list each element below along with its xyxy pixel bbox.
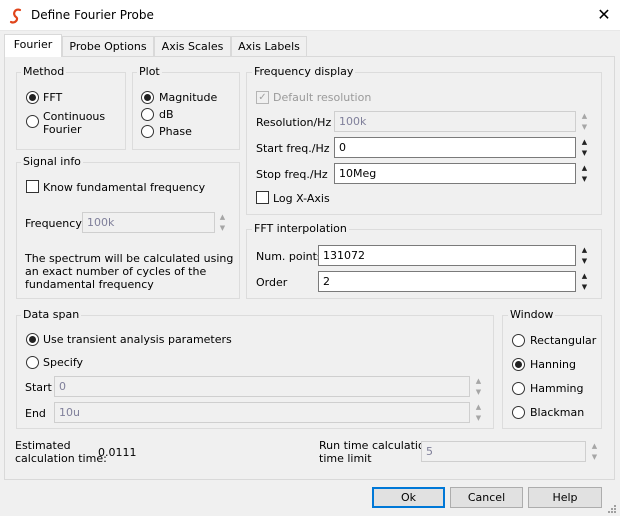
runtime-limit-spinner[interactable]: ▲ ▼ — [588, 441, 601, 462]
spin-down-icon[interactable]: ▼ — [472, 387, 485, 397]
order-label: Order — [256, 276, 288, 289]
data-span-title: Data span — [21, 308, 82, 321]
stop-freq-spinner[interactable]: ▲ ▼ — [578, 163, 591, 184]
span-start-label: Start — [25, 381, 52, 394]
num-points-input[interactable]: 131072 — [318, 245, 576, 266]
title-bar: Define Fourier Probe ✕ — [0, 0, 620, 31]
app-logo-icon — [9, 8, 22, 24]
cancel-button[interactable]: Cancel — [450, 487, 523, 508]
runtime-limit-input[interactable]: 5 — [421, 441, 586, 462]
help-button[interactable]: Help — [528, 487, 602, 508]
estimated-label-line1: Estimated — [15, 439, 71, 452]
db-label: dB — [159, 108, 174, 121]
start-freq-spinner[interactable]: ▲ ▼ — [578, 137, 591, 158]
default-resolution-checkbox[interactable]: ✓ — [256, 91, 269, 104]
hanning-label: Hanning — [530, 358, 576, 371]
tab-probe-options[interactable]: Probe Options — [62, 36, 154, 56]
default-resolution-label: Default resolution — [273, 91, 372, 104]
frequency-input[interactable]: 100k — [82, 212, 215, 233]
resize-grip-icon[interactable] — [606, 503, 617, 514]
spin-up-icon[interactable]: ▲ — [472, 376, 485, 386]
tab-fourier[interactable]: Fourier — [4, 34, 62, 57]
start-freq-label: Start freq./Hz — [256, 142, 330, 155]
spin-up-icon[interactable]: ▲ — [578, 111, 591, 121]
radio-use-transient[interactable] — [26, 333, 39, 346]
spin-down-icon[interactable]: ▼ — [578, 256, 591, 266]
close-icon[interactable]: ✕ — [592, 4, 616, 26]
tab-axis-labels[interactable]: Axis Labels — [231, 36, 307, 56]
log-x-axis-label: Log X-Axis — [273, 192, 330, 205]
window-title: Define Fourier Probe — [31, 8, 154, 22]
runtime-limit-label-line1: Run time calculation — [319, 439, 432, 452]
rectangular-label: Rectangular — [530, 334, 597, 347]
radio-fft[interactable] — [26, 91, 39, 104]
radio-specify[interactable] — [26, 356, 39, 369]
tab-axis-scales[interactable]: Axis Scales — [154, 36, 231, 56]
radio-db[interactable] — [141, 108, 154, 121]
spin-up-icon[interactable]: ▲ — [216, 212, 229, 222]
spin-up-icon[interactable]: ▲ — [578, 271, 591, 281]
radio-continuous-fourier[interactable] — [26, 115, 39, 128]
radio-rectangular[interactable] — [512, 334, 525, 347]
phase-label: Phase — [159, 125, 192, 138]
stop-freq-input[interactable]: 10Meg — [334, 163, 576, 184]
spin-up-icon[interactable]: ▲ — [578, 137, 591, 147]
span-end-input[interactable]: 10u — [54, 402, 470, 423]
fft-interpolation-title: FFT interpolation — [252, 222, 349, 235]
signal-info-title: Signal info — [21, 155, 83, 168]
span-start-spinner[interactable]: ▲ ▼ — [472, 376, 485, 397]
method-title: Method — [21, 65, 67, 78]
spin-down-icon[interactable]: ▼ — [578, 122, 591, 132]
spin-down-icon[interactable]: ▼ — [588, 452, 601, 462]
spin-up-icon[interactable]: ▲ — [578, 245, 591, 255]
spin-up-icon[interactable]: ▲ — [472, 402, 485, 412]
radio-hamming[interactable] — [512, 382, 525, 395]
frequency-display-title: Frequency display — [252, 65, 356, 78]
frequency-label: Frequency — [25, 217, 82, 230]
span-start-input[interactable]: 0 — [54, 376, 470, 397]
runtime-limit-label-line2: time limit — [319, 452, 372, 465]
radio-hanning[interactable] — [512, 358, 525, 371]
magnitude-label: Magnitude — [159, 91, 218, 104]
ok-button[interactable]: Ok — [372, 487, 445, 508]
log-x-axis-checkbox[interactable] — [256, 191, 269, 204]
radio-blackman[interactable] — [512, 406, 525, 419]
num-points-label: Num. points — [256, 250, 323, 263]
know-fundamental-checkbox[interactable] — [26, 180, 39, 193]
know-fundamental-label: Know fundamental frequency — [43, 181, 206, 194]
estimated-label-line2: calculation time: — [15, 452, 107, 465]
num-points-spinner[interactable]: ▲ ▼ — [578, 245, 591, 266]
hamming-label: Hamming — [530, 382, 584, 395]
specify-label: Specify — [43, 356, 84, 369]
radio-magnitude[interactable] — [141, 91, 154, 104]
fft-label: FFT — [43, 91, 63, 104]
spin-up-icon[interactable]: ▲ — [578, 163, 591, 173]
order-input[interactable]: 2 — [318, 271, 576, 292]
spin-down-icon[interactable]: ▼ — [578, 282, 591, 292]
order-spinner[interactable]: ▲ ▼ — [578, 271, 591, 292]
blackman-label: Blackman — [530, 406, 585, 419]
spin-down-icon[interactable]: ▼ — [216, 223, 229, 233]
span-end-label: End — [25, 407, 46, 420]
spin-up-icon[interactable]: ▲ — [588, 441, 601, 451]
resolution-label: Resolution/Hz — [256, 116, 332, 129]
estimated-time-value: 0.0111 — [98, 446, 137, 459]
spin-down-icon[interactable]: ▼ — [578, 148, 591, 158]
start-freq-input[interactable]: 0 — [334, 137, 576, 158]
spin-down-icon[interactable]: ▼ — [472, 413, 485, 423]
use-transient-label: Use transient analysis parameters — [43, 333, 232, 346]
stop-freq-label: Stop freq./Hz — [256, 168, 328, 181]
radio-phase[interactable] — [141, 125, 154, 138]
window-title-label: Window — [508, 308, 556, 321]
plot-title: Plot — [137, 65, 162, 78]
continuous-fourier-label: Continuous Fourier — [43, 110, 106, 136]
span-end-spinner[interactable]: ▲ ▼ — [472, 402, 485, 423]
spin-down-icon[interactable]: ▼ — [578, 174, 591, 184]
resolution-spinner[interactable]: ▲ ▼ — [578, 111, 591, 132]
spectrum-note: The spectrum will be calculated using an… — [25, 252, 234, 291]
frequency-spinner[interactable]: ▲ ▼ — [216, 212, 229, 233]
resolution-input[interactable]: 100k — [334, 111, 576, 132]
